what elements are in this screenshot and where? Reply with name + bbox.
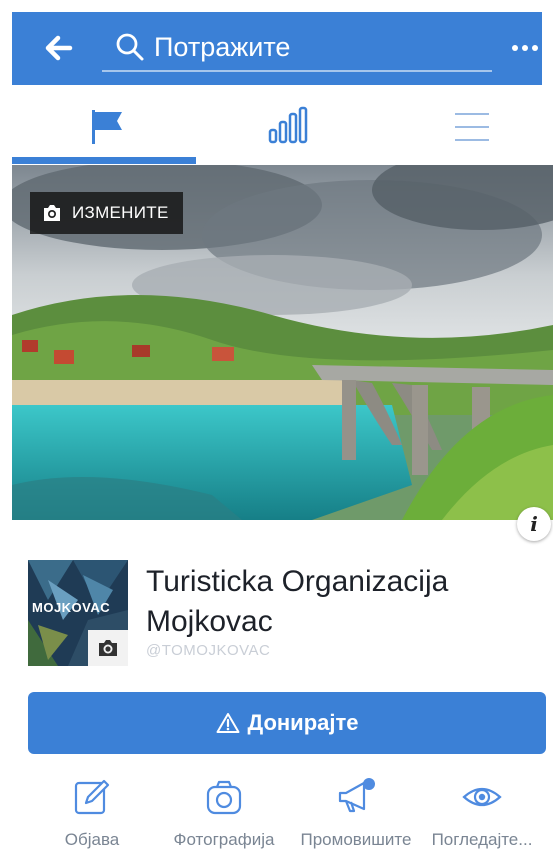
page-action-row: Објава Фотографија Промовишите Погледајт… xyxy=(0,775,553,854)
info-icon: i xyxy=(530,512,538,536)
tab-page[interactable] xyxy=(12,92,192,162)
page-username: @TOMOJKOVAC xyxy=(146,642,271,659)
pencil-icon xyxy=(74,779,110,815)
photo-action[interactable]: Фотографија xyxy=(156,775,292,854)
view-as-action[interactable]: Погледајте... xyxy=(414,775,550,854)
search-input[interactable]: Потражите xyxy=(154,29,290,65)
eye-icon xyxy=(462,787,502,807)
back-arrow-icon[interactable] xyxy=(38,28,78,68)
post-action[interactable]: Објава xyxy=(24,775,160,854)
warning-triangle-icon xyxy=(216,713,239,733)
search-icon[interactable] xyxy=(115,32,145,62)
post-action-label: Објава xyxy=(64,830,120,849)
photo-action-label: Фотографија xyxy=(173,830,275,849)
top-app-bar: Потражите xyxy=(12,12,542,85)
insights-bars-icon xyxy=(268,106,308,144)
flag-icon xyxy=(92,110,122,144)
donate-label: Донирајте xyxy=(247,710,359,735)
camera-icon xyxy=(44,205,60,221)
menu-lines-icon xyxy=(455,113,489,141)
edit-cover-label: ИЗМЕНИТЕ xyxy=(72,203,169,222)
search-underline xyxy=(102,70,492,72)
camera-icon xyxy=(206,780,242,815)
change-profile-picture-button[interactable] xyxy=(88,630,128,666)
promote-action-label: Промовишите xyxy=(300,830,412,849)
profile-logo-text: MOJKOVAC xyxy=(32,600,111,615)
edit-cover-button[interactable]: ИЗМЕНИТЕ xyxy=(30,192,183,234)
camera-icon xyxy=(99,640,117,656)
tab-menu[interactable] xyxy=(380,92,553,162)
donate-button[interactable]: Донирајте xyxy=(28,692,546,754)
more-dots-icon[interactable] xyxy=(510,36,540,60)
view-as-action-label: Погледајте... xyxy=(431,830,533,849)
promote-action[interactable]: Промовишите xyxy=(288,775,424,854)
tab-insights[interactable] xyxy=(200,92,380,162)
info-button[interactable]: i xyxy=(517,507,551,541)
page-tab-bar xyxy=(0,92,553,162)
active-tab-indicator xyxy=(12,157,196,164)
page-name: Turisticka Organizacija Mojkovac xyxy=(146,565,449,638)
megaphone-icon xyxy=(338,778,375,813)
